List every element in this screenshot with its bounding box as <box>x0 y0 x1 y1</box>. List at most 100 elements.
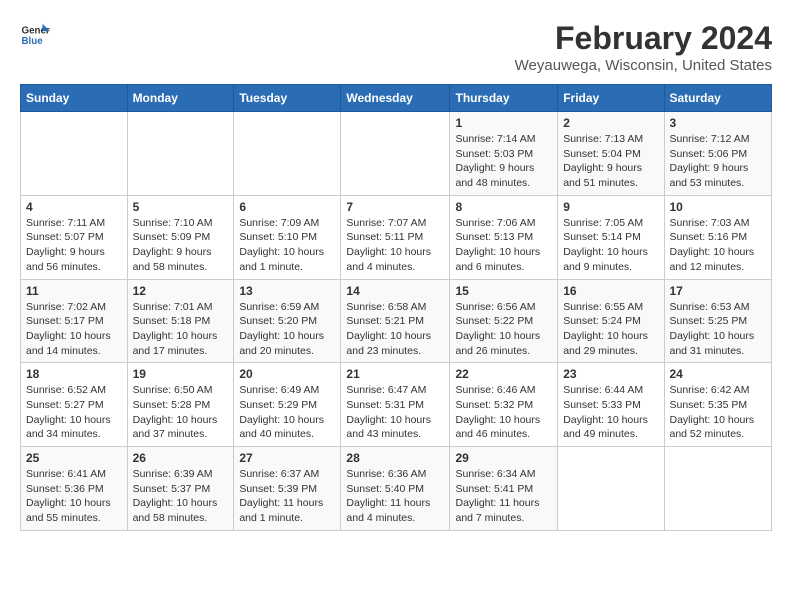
day-detail: Sunrise: 7:02 AM Sunset: 5:17 PM Dayligh… <box>26 300 122 359</box>
calendar-cell: 8 Sunrise: 7:06 AM Sunset: 5:13 PM Daylig… <box>450 195 558 279</box>
day-number: 27 <box>239 451 335 465</box>
day-detail: Sunrise: 7:11 AM Sunset: 5:07 PM Dayligh… <box>26 216 122 275</box>
calendar-cell: 27 Sunrise: 6:37 AM Sunset: 5:39 PM Dayli… <box>234 447 341 531</box>
day-detail: Sunrise: 6:42 AM Sunset: 5:35 PM Dayligh… <box>670 383 767 442</box>
calendar-cell: 28Sunrise: 6:36 AM Sunset: 5:40 PM Dayli… <box>341 447 450 531</box>
day-of-week-header: Monday <box>127 85 234 112</box>
title-block: February 2024 Weyauwega, Wisconsin, Unit… <box>515 20 772 74</box>
day-detail: Sunrise: 7:07 AM Sunset: 5:11 PM Dayligh… <box>346 216 444 275</box>
calendar-cell: 25 Sunrise: 6:41 AM Sunset: 5:36 PM Dayli… <box>21 447 128 531</box>
day-number: 12 <box>133 284 229 298</box>
calendar-cell <box>558 447 664 531</box>
day-number: 26 <box>133 451 229 465</box>
day-number: 3 <box>670 116 767 130</box>
calendar-cell: 23Sunrise: 6:44 AM Sunset: 5:33 PM Dayli… <box>558 363 664 447</box>
day-number: 17 <box>670 284 767 298</box>
day-number: 11 <box>26 284 122 298</box>
calendar-cell: 11 Sunrise: 7:02 AM Sunset: 5:17 PM Dayli… <box>21 279 128 363</box>
calendar-header-row: SundayMondayTuesdayWednesdayThursdayFrid… <box>21 85 772 112</box>
logo: General Blue <box>20 20 50 50</box>
day-detail: Sunrise: 7:12 AM Sunset: 5:06 PM Dayligh… <box>670 132 767 191</box>
day-number: 29 <box>455 451 552 465</box>
calendar-cell: 29Sunrise: 6:34 AM Sunset: 5:41 PM Dayli… <box>450 447 558 531</box>
calendar-cell: 14 Sunrise: 6:58 AM Sunset: 5:21 PM Dayli… <box>341 279 450 363</box>
calendar-cell: 19 Sunrise: 6:50 AM Sunset: 5:28 PM Dayli… <box>127 363 234 447</box>
calendar-cell: 13 Sunrise: 6:59 AM Sunset: 5:20 PM Dayli… <box>234 279 341 363</box>
day-of-week-header: Sunday <box>21 85 128 112</box>
calendar-cell: 4 Sunrise: 7:11 AM Sunset: 5:07 PM Daylig… <box>21 195 128 279</box>
calendar-cell: 9 Sunrise: 7:05 AM Sunset: 5:14 PM Daylig… <box>558 195 664 279</box>
day-detail: Sunrise: 7:09 AM Sunset: 5:10 PM Dayligh… <box>239 216 335 275</box>
day-number: 4 <box>26 200 122 214</box>
calendar-cell: 15 Sunrise: 6:56 AM Sunset: 5:22 PM Dayli… <box>450 279 558 363</box>
day-detail: Sunrise: 7:05 AM Sunset: 5:14 PM Dayligh… <box>563 216 658 275</box>
calendar-cell: 17Sunrise: 6:53 AM Sunset: 5:25 PM Dayli… <box>664 279 772 363</box>
calendar-cell: 16 Sunrise: 6:55 AM Sunset: 5:24 PM Dayli… <box>558 279 664 363</box>
calendar-week-row: 18 Sunrise: 6:52 AM Sunset: 5:27 PM Dayli… <box>21 363 772 447</box>
day-number: 7 <box>346 200 444 214</box>
day-number: 15 <box>455 284 552 298</box>
day-detail: Sunrise: 6:59 AM Sunset: 5:20 PM Dayligh… <box>239 300 335 359</box>
calendar-cell: 6Sunrise: 7:09 AM Sunset: 5:10 PM Daylig… <box>234 195 341 279</box>
main-title: February 2024 <box>515 20 772 57</box>
calendar-table: SundayMondayTuesdayWednesdayThursdayFrid… <box>20 84 772 531</box>
calendar-cell <box>664 447 772 531</box>
calendar-cell: 20Sunrise: 6:49 AM Sunset: 5:29 PM Dayli… <box>234 363 341 447</box>
day-number: 9 <box>563 200 658 214</box>
day-detail: Sunrise: 6:39 AM Sunset: 5:37 PM Dayligh… <box>133 467 229 526</box>
calendar-cell: 26 Sunrise: 6:39 AM Sunset: 5:37 PM Dayli… <box>127 447 234 531</box>
day-of-week-header: Tuesday <box>234 85 341 112</box>
calendar-week-row: 25 Sunrise: 6:41 AM Sunset: 5:36 PM Dayli… <box>21 447 772 531</box>
day-number: 16 <box>563 284 658 298</box>
day-detail: Sunrise: 6:50 AM Sunset: 5:28 PM Dayligh… <box>133 383 229 442</box>
calendar-cell <box>21 112 128 196</box>
day-number: 19 <box>133 367 229 381</box>
svg-text:Blue: Blue <box>22 36 44 47</box>
day-number: 1 <box>455 116 552 130</box>
page-header: General Blue February 2024 Weyauwega, Wi… <box>20 20 772 74</box>
calendar-cell: 5 Sunrise: 7:10 AM Sunset: 5:09 PM Daylig… <box>127 195 234 279</box>
calendar-cell: 10Sunrise: 7:03 AM Sunset: 5:16 PM Dayli… <box>664 195 772 279</box>
day-of-week-header: Saturday <box>664 85 772 112</box>
calendar-cell: 21Sunrise: 6:47 AM Sunset: 5:31 PM Dayli… <box>341 363 450 447</box>
calendar-cell: 22Sunrise: 6:46 AM Sunset: 5:32 PM Dayli… <box>450 363 558 447</box>
day-number: 5 <box>133 200 229 214</box>
day-detail: Sunrise: 7:06 AM Sunset: 5:13 PM Dayligh… <box>455 216 552 275</box>
day-detail: Sunrise: 7:13 AM Sunset: 5:04 PM Dayligh… <box>563 132 658 191</box>
calendar-cell: 24Sunrise: 6:42 AM Sunset: 5:35 PM Dayli… <box>664 363 772 447</box>
day-number: 13 <box>239 284 335 298</box>
day-of-week-header: Wednesday <box>341 85 450 112</box>
calendar-cell: 3 Sunrise: 7:12 AM Sunset: 5:06 PM Daylig… <box>664 112 772 196</box>
day-detail: Sunrise: 6:37 AM Sunset: 5:39 PM Dayligh… <box>239 467 335 526</box>
calendar-cell: 18 Sunrise: 6:52 AM Sunset: 5:27 PM Dayli… <box>21 363 128 447</box>
day-number: 25 <box>26 451 122 465</box>
calendar-cell <box>341 112 450 196</box>
calendar-cell: 12 Sunrise: 7:01 AM Sunset: 5:18 PM Dayli… <box>127 279 234 363</box>
day-number: 21 <box>346 367 444 381</box>
calendar-cell: 2 Sunrise: 7:13 AM Sunset: 5:04 PM Daylig… <box>558 112 664 196</box>
day-detail: Sunrise: 7:01 AM Sunset: 5:18 PM Dayligh… <box>133 300 229 359</box>
day-number: 28 <box>346 451 444 465</box>
day-detail: Sunrise: 6:55 AM Sunset: 5:24 PM Dayligh… <box>563 300 658 359</box>
day-detail: Sunrise: 7:10 AM Sunset: 5:09 PM Dayligh… <box>133 216 229 275</box>
day-number: 10 <box>670 200 767 214</box>
logo-icon: General Blue <box>20 20 50 50</box>
calendar-week-row: 1 Sunrise: 7:14 AM Sunset: 5:03 PM Daylig… <box>21 112 772 196</box>
day-detail: Sunrise: 6:58 AM Sunset: 5:21 PM Dayligh… <box>346 300 444 359</box>
day-detail: Sunrise: 6:41 AM Sunset: 5:36 PM Dayligh… <box>26 467 122 526</box>
day-number: 8 <box>455 200 552 214</box>
subtitle: Weyauwega, Wisconsin, United States <box>515 57 772 74</box>
day-detail: Sunrise: 6:56 AM Sunset: 5:22 PM Dayligh… <box>455 300 552 359</box>
day-detail: Sunrise: 7:14 AM Sunset: 5:03 PM Dayligh… <box>455 132 552 191</box>
calendar-cell <box>127 112 234 196</box>
day-detail: Sunrise: 6:52 AM Sunset: 5:27 PM Dayligh… <box>26 383 122 442</box>
day-detail: Sunrise: 6:46 AM Sunset: 5:32 PM Dayligh… <box>455 383 552 442</box>
calendar-cell: 7 Sunrise: 7:07 AM Sunset: 5:11 PM Daylig… <box>341 195 450 279</box>
day-detail: Sunrise: 6:44 AM Sunset: 5:33 PM Dayligh… <box>563 383 658 442</box>
day-number: 18 <box>26 367 122 381</box>
day-number: 2 <box>563 116 658 130</box>
calendar-cell: 1 Sunrise: 7:14 AM Sunset: 5:03 PM Daylig… <box>450 112 558 196</box>
calendar-cell <box>234 112 341 196</box>
day-number: 14 <box>346 284 444 298</box>
day-number: 20 <box>239 367 335 381</box>
